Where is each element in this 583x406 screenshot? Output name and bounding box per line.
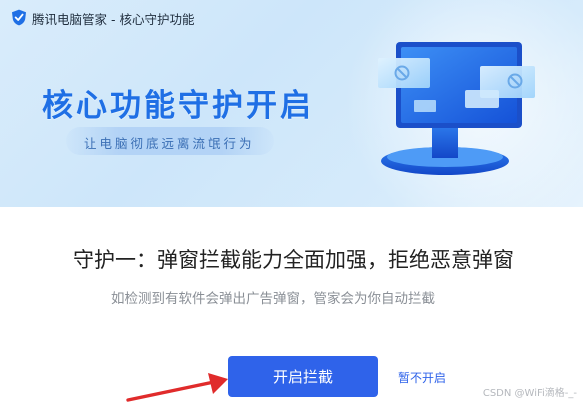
feature-title: 守护一：弹窗拦截能力全面加强，拒绝恶意弹窗 (73, 248, 514, 272)
enable-interception-button[interactable]: 开启拦截 (228, 356, 378, 397)
not-now-link[interactable]: 暂不开启 (398, 369, 446, 386)
red-arrow-icon (126, 373, 228, 402)
banner: 腾讯电脑管家 - 核心守护功能 核心功能守护开启 让电脑彻底远离流氓行为 (0, 0, 583, 207)
shield-logo-icon (12, 9, 26, 26)
monitor-with-blocked-popups-icon (378, 42, 535, 175)
watermark: CSDN @WiFi滴格-_- (482, 388, 577, 399)
dialog-window: 腾讯电脑管家 - 核心守护功能 核心功能守护开启 让电脑彻底远离流氓行为 守护一… (0, 0, 583, 405)
banner-subtitle: 让电脑彻底远离流氓行为 (84, 136, 255, 151)
feature-description: 如检测到有软件会弹出广告弹窗，管家会为你自动拦截 (111, 291, 435, 307)
title-bar: 腾讯电脑管家 - 核心守护功能 (0, 0, 583, 34)
banner-headline: 核心功能守护开启 (42, 88, 314, 124)
window-title: 腾讯电脑管家 - 核心守护功能 (32, 12, 195, 27)
